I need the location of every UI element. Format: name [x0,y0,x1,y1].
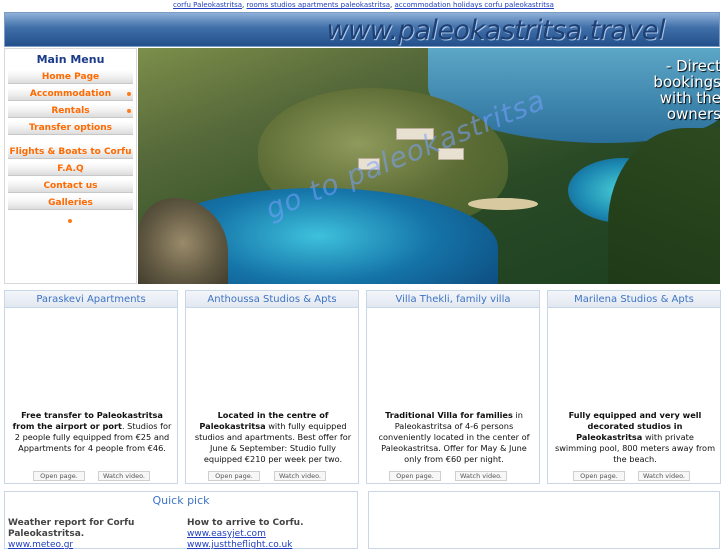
menu-item-label: Transfer options [29,123,112,133]
open-page-button[interactable]: Open page. [33,471,85,481]
card-title[interactable]: Marilena Studios & Apts [548,291,720,308]
side-panel [368,491,720,549]
site-logo-text[interactable]: www.paleokastritsa.travel [327,15,666,46]
watch-video-button[interactable]: Watch video. [455,471,507,481]
accommodation-cards: Paraskevi Apartments Free transfer to Pa… [4,290,721,485]
card-title[interactable]: Paraskevi Apartments [5,291,177,308]
menu-item-contact[interactable]: Contact us [8,179,133,193]
card-actions: Open page. Watch video. [367,471,541,481]
open-page-button[interactable]: Open page. [389,471,441,481]
hero-tagline-line: with the owners [659,89,720,123]
top-link[interactable]: corfu Paleokastritsa [173,1,242,9]
menu-item-home[interactable]: Home Page [8,70,133,84]
submenu-arrow-icon [127,92,131,96]
card-highlight: Traditional Villa for families [385,410,513,420]
menu-item-rentals[interactable]: Rentals [8,104,133,118]
card-title[interactable]: Villa Thekli, family villa [367,291,539,308]
card-actions: Open page. Watch video. [5,471,179,481]
quick-pick-title: Quick pick [152,494,210,507]
menu-item-label: Flights & Boats to Corfu [9,147,132,157]
card-actions: Open page. Watch video. [186,471,360,481]
weather-label: Weather report for Corfu Paleokastritsa. [8,518,135,539]
card-description: Traditional Villa for families in Paleok… [373,410,535,465]
menu-divider [5,138,136,145]
watch-video-button[interactable]: Watch video. [274,471,326,481]
card-actions: Open page. Watch video. [548,471,722,481]
top-link[interactable]: rooms studios apartments paleokastritsa [246,1,390,9]
card-image[interactable] [548,308,720,408]
arrive-link[interactable]: www.justtheflight.co.uk [187,540,357,551]
open-page-button[interactable]: Open page. [208,471,260,481]
hero-tagline: - Direct bookings with the owners [606,58,720,122]
card-image[interactable] [186,308,358,408]
card-paraskevi: Paraskevi Apartments Free transfer to Pa… [4,290,178,484]
card-description: Free transfer to Paleokastritsa from the… [11,410,173,454]
card-villa-thekli: Villa Thekli, family villa Traditional V… [366,290,540,484]
site-banner: www.paleokastritsa.travel [4,12,720,47]
photo-beach [468,198,538,210]
menu-item-label: Galleries [48,198,93,208]
menu-title: Main Menu [36,53,105,66]
top-link[interactable]: accommodation holidays corfu paleokastri… [395,1,554,9]
hero-photo[interactable]: - Direct bookings with the owners go to … [138,48,720,284]
menu-item-label: Contact us [43,181,98,191]
card-description: Fully equipped and very well decorated s… [554,410,716,465]
hero-tagline-line: - Direct bookings [653,57,720,91]
arrive-label: How to arrive to Corfu. [187,518,304,528]
card-marilena: Marilena Studios & Apts Fully equipped a… [547,290,721,484]
menu-item-transfer[interactable]: Transfer options [8,121,133,135]
submenu-arrow-icon [68,219,72,223]
card-description: Located in the centre of Paleokastritsa … [192,410,354,465]
card-image[interactable] [367,308,539,408]
submenu-arrow-icon [127,109,131,113]
menu-item-label: Rentals [51,106,90,116]
card-title[interactable]: Anthoussa Studios & Apts [186,291,358,308]
card-anthoussa: Anthoussa Studios & Apts Located in the … [185,290,359,484]
weather-section: Weather report for Corfu Paleokastritsa.… [8,518,178,551]
card-image[interactable] [5,308,177,408]
main-menu: Main Menu Home Page Accommodation Rental… [4,48,137,284]
top-links: corfu Paleokastritsa, rooms studios apar… [173,1,554,9]
weather-link[interactable]: www.meteo.gr [8,540,73,550]
menu-item-label: F.A.Q [57,164,84,174]
menu-item-accommodation[interactable]: Accommodation [8,87,133,101]
quick-pick-panel: Quick pick Weather report for Corfu Pale… [4,491,358,551]
watch-video-button[interactable]: Watch video. [98,471,150,481]
menu-item-faq[interactable]: F.A.Q [8,162,133,176]
photo-hill [608,128,720,284]
menu-item-flights[interactable]: Flights & Boats to Corfu [8,145,133,159]
watch-video-button[interactable]: Watch video. [638,471,690,481]
arrive-section: How to arrive to Corfu. www.easyjet.com … [187,518,357,551]
arrive-link[interactable]: www.easyjet.com [187,529,357,540]
open-page-button[interactable]: Open page. [573,471,625,481]
menu-item-galleries[interactable]: Galleries [8,196,133,210]
menu-item-label: Accommodation [29,89,112,99]
menu-item-label: Home Page [41,72,100,82]
